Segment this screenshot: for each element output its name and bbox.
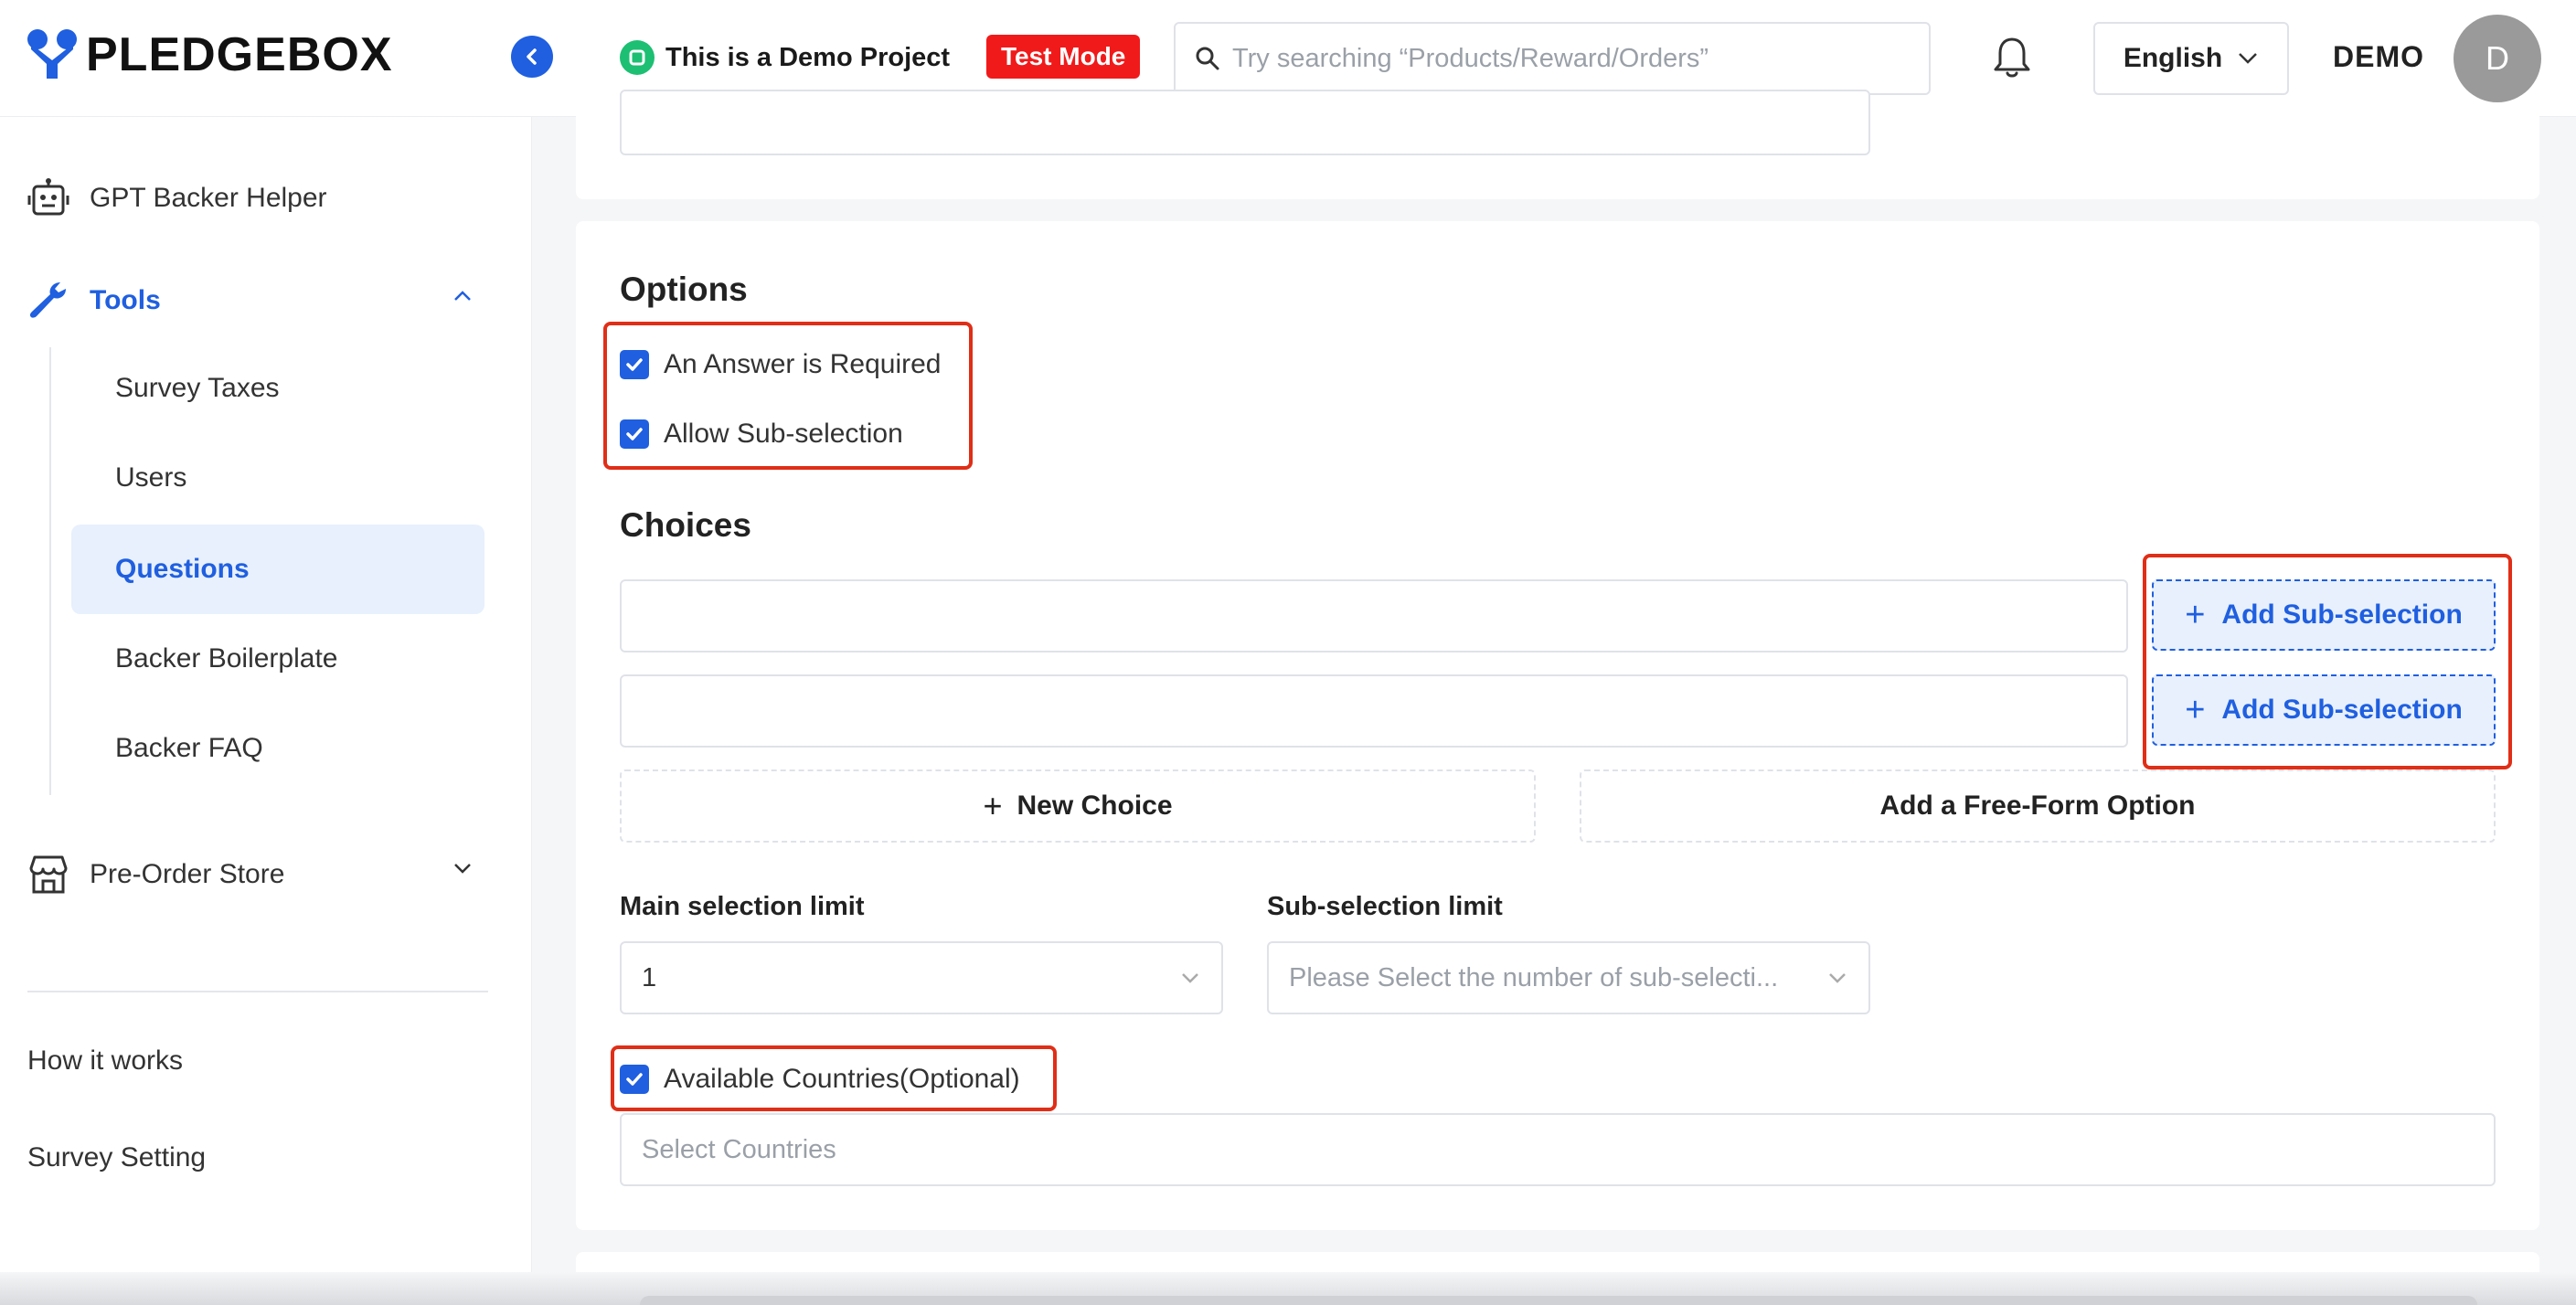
avatar-initial: D bbox=[2486, 39, 2509, 77]
sidebar-item-gpt-backer-helper[interactable]: GPT Backer Helper bbox=[27, 177, 327, 219]
answer-required-checkbox[interactable]: An Answer is Required bbox=[620, 349, 942, 380]
chevron-down-icon bbox=[1182, 973, 1198, 983]
chevron-up-icon[interactable] bbox=[452, 289, 474, 303]
search-icon bbox=[1196, 47, 1219, 70]
options-title: Options bbox=[620, 271, 748, 308]
project-icon bbox=[620, 40, 655, 75]
user-name: DEMO bbox=[2333, 40, 2424, 73]
checkmark-icon bbox=[620, 1065, 649, 1094]
checkbox-label: Available Countries(Optional) bbox=[664, 1064, 1020, 1094]
tools-tree-line bbox=[49, 347, 51, 795]
sub-selection-limit-select[interactable]: Please Select the number of sub-selecti.… bbox=[1267, 941, 1870, 1014]
button-label: Add a Free-Form Option bbox=[1879, 790, 2196, 821]
test-mode-badge: Test Mode bbox=[986, 35, 1141, 79]
button-label: New Choice bbox=[1017, 790, 1173, 821]
sidebar-item-label: GPT Backer Helper bbox=[90, 183, 327, 213]
sidebar-item-label: Pre-Order Store bbox=[90, 859, 285, 889]
main-selection-limit-label: Main selection limit bbox=[620, 892, 865, 921]
pledgebox-logo[interactable]: PLEDGEBOX bbox=[27, 27, 393, 82]
add-free-form-option-button[interactable]: Add a Free-Form Option bbox=[1580, 769, 2496, 843]
add-sub-selection-button[interactable]: + Add Sub-selection bbox=[2152, 674, 2496, 746]
how-it-works-link[interactable]: How it works bbox=[27, 1045, 183, 1077]
avatar[interactable]: D bbox=[2454, 15, 2541, 102]
chevron-down-icon bbox=[2239, 53, 2258, 64]
countries-placeholder: Select Countries bbox=[642, 1134, 836, 1164]
global-search[interactable] bbox=[1174, 22, 1931, 95]
collapse-sidebar-button[interactable] bbox=[511, 36, 553, 78]
button-label: Add Sub-selection bbox=[2221, 599, 2463, 630]
select-countries-input[interactable]: Select Countries bbox=[620, 1113, 2496, 1186]
new-choice-button[interactable]: + New Choice bbox=[620, 769, 1536, 843]
project-title: This is a Demo Project bbox=[665, 42, 951, 72]
button-label: Add Sub-selection bbox=[2221, 695, 2463, 725]
project-switcher[interactable]: This is a Demo Project bbox=[620, 40, 950, 75]
robot-icon bbox=[27, 177, 69, 219]
plus-icon: + bbox=[2185, 595, 2206, 634]
plus-icon: + bbox=[2185, 690, 2206, 729]
sidebar-item-pre-order-store[interactable]: Pre-Order Store bbox=[27, 854, 284, 896]
search-input[interactable] bbox=[1232, 43, 1927, 74]
chevron-down-icon[interactable] bbox=[452, 861, 474, 875]
sidebar-item-users[interactable]: Users bbox=[71, 433, 484, 523]
checkmark-icon bbox=[620, 350, 649, 379]
chevron-left-icon bbox=[527, 48, 537, 65]
chevron-down-icon bbox=[1829, 973, 1846, 983]
choice-input[interactable] bbox=[620, 674, 2128, 748]
available-countries-checkbox[interactable]: Available Countries(Optional) bbox=[620, 1064, 1020, 1095]
language-select[interactable]: English bbox=[2093, 22, 2289, 95]
notification-bell-icon[interactable] bbox=[1991, 35, 2033, 80]
checkbox-label: Allow Sub-selection bbox=[664, 419, 903, 449]
previous-field-input[interactable] bbox=[620, 90, 1870, 155]
sidebar-item-backer-faq[interactable]: Backer FAQ bbox=[71, 704, 484, 793]
plus-icon: + bbox=[983, 787, 1003, 824]
sidebar-divider bbox=[27, 991, 488, 992]
add-sub-selection-button[interactable]: + Add Sub-selection bbox=[2152, 579, 2496, 651]
allow-sub-selection-checkbox[interactable]: Allow Sub-selection bbox=[620, 419, 903, 450]
checkmark-icon bbox=[620, 419, 649, 449]
survey-setting-link[interactable]: Survey Setting bbox=[27, 1142, 206, 1173]
bottom-scroll-handle[interactable] bbox=[640, 1296, 2477, 1305]
sidebar-item-survey-taxes[interactable]: Survey Taxes bbox=[71, 344, 484, 433]
checkbox-label: An Answer is Required bbox=[664, 349, 942, 379]
wrench-icon bbox=[27, 280, 69, 322]
sub-selection-limit-label: Sub-selection limit bbox=[1267, 892, 1503, 921]
sidebar-item-backer-boilerplate[interactable]: Backer Boilerplate bbox=[71, 614, 484, 704]
logo-icon bbox=[27, 29, 77, 80]
choice-input[interactable] bbox=[620, 579, 2128, 652]
sidebar-item-questions[interactable]: Questions bbox=[71, 525, 484, 614]
logo-text: PLEDGEBOX bbox=[86, 28, 393, 81]
store-icon bbox=[27, 854, 69, 896]
sidebar-item-label: Tools bbox=[90, 285, 161, 315]
sidebar: GPT Backer Helper Tools Survey Taxes Use… bbox=[0, 117, 532, 1305]
main-selection-limit-select[interactable]: 1 bbox=[620, 941, 1223, 1014]
language-label: English bbox=[2123, 43, 2223, 73]
select-value: 1 bbox=[642, 962, 657, 992]
choices-title: Choices bbox=[620, 506, 751, 544]
sidebar-item-tools[interactable]: Tools bbox=[27, 280, 161, 322]
select-placeholder: Please Select the number of sub-selecti.… bbox=[1289, 962, 1779, 992]
